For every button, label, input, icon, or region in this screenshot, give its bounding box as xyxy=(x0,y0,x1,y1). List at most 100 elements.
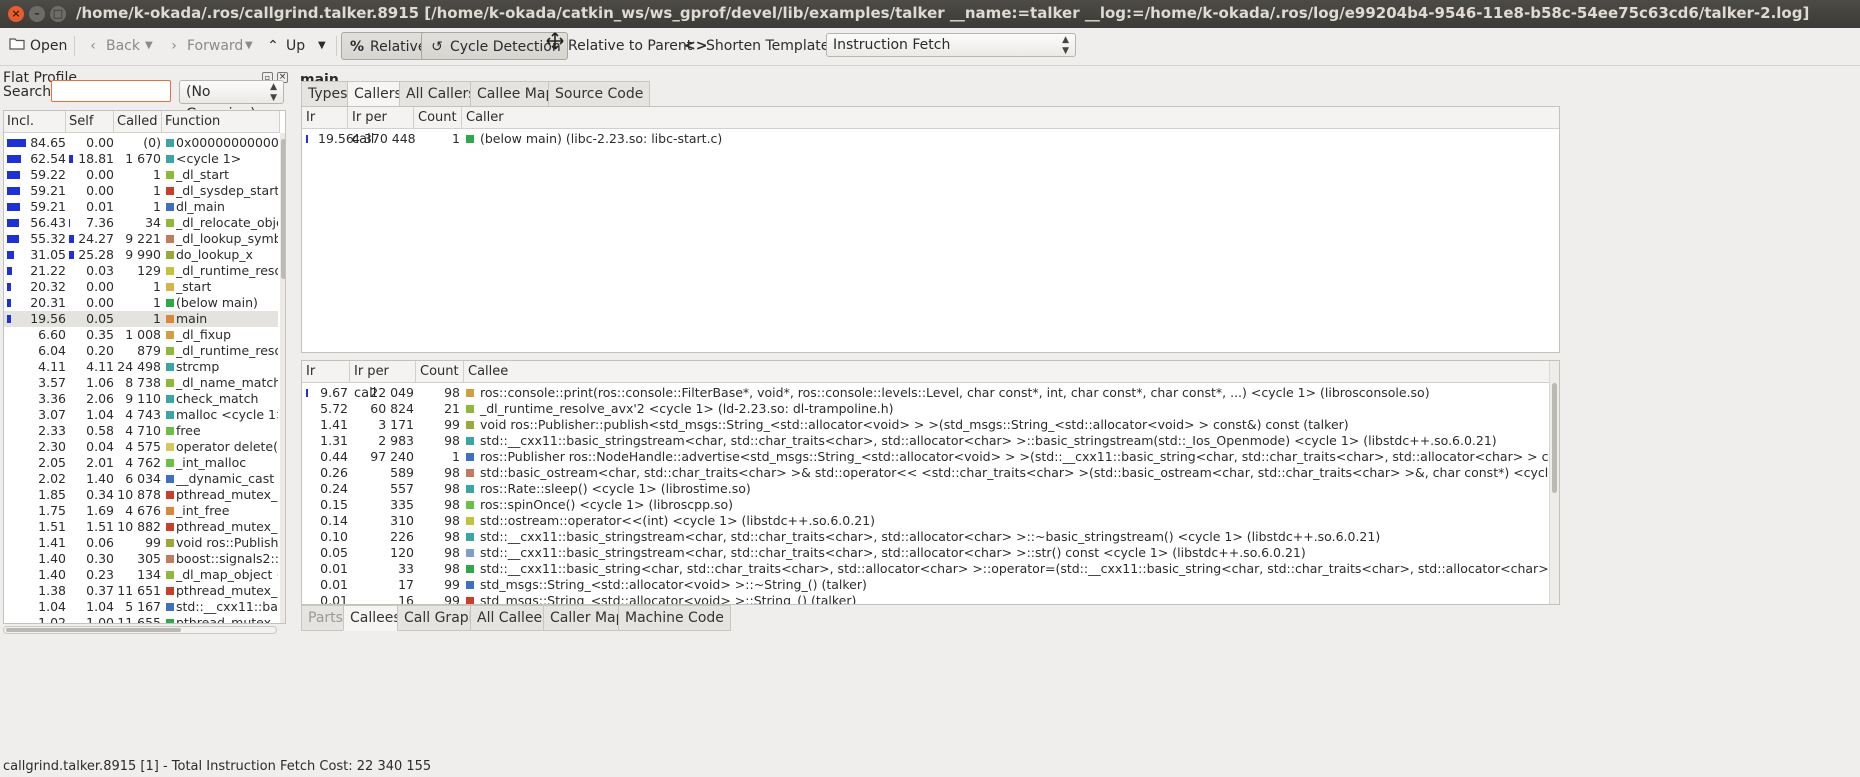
table-row[interactable]: 9.67 22 049 98 ros::console::print(ros::con… xyxy=(302,385,1547,401)
table-row[interactable]: 1.02 1.0011 655 pthread_mutex_lock xyxy=(4,615,278,623)
table-row[interactable]: 3.57 1.06 8 738 _dl_name_match_p xyxy=(4,375,278,391)
table-row[interactable]: 0.44 97 240 1 ros::Publisher ros::NodeHandl… xyxy=(302,449,1559,465)
column-header-ir-per-call[interactable]: Ir per call xyxy=(350,361,416,401)
column-header-ir[interactable]: Ir xyxy=(302,107,348,129)
cell-called: 1 xyxy=(153,295,161,310)
table-row[interactable]: 5.72 60 824 21 _dl_runtime_resolve_avx'2 <c… xyxy=(302,401,1547,417)
column-header-caller[interactable]: Caller xyxy=(462,107,1559,129)
table-row[interactable]: 2.30 0.04 4 575 operator delete(void*) xyxy=(4,439,278,455)
table-row[interactable]: 20.31 0.00 1 (below main) xyxy=(4,295,278,311)
window-minimize-icon[interactable]: – xyxy=(29,6,45,22)
cell-incl: 20.31 xyxy=(30,295,66,310)
table-row[interactable]: 0.01 17 99 std_msgs::String_<std::allocator… xyxy=(302,577,1547,593)
table-row[interactable]: 56.43 7.36 34 _dl_relocate_object xyxy=(4,215,278,231)
table-row[interactable]: 20.32 0.00 1 _start xyxy=(4,279,278,295)
table-row[interactable]: 3.07 1.04 4 743 malloc <cycle 1> xyxy=(4,407,278,423)
forward-button[interactable]: › Forward xyxy=(165,32,243,60)
table-row[interactable]: 1.04 1.04 5 167 std::__cxx11::basic_string xyxy=(4,599,278,615)
table-row[interactable]: 6.04 0.20 879 _dl_runtime_resolve xyxy=(4,343,278,359)
incl-cost-bar xyxy=(7,283,11,291)
column-header-count[interactable]: Count xyxy=(414,107,462,129)
table-row[interactable]: 21.22 0.03 129 _dl_runtime_resolve xyxy=(4,263,278,279)
table-row[interactable]: 62.54 18.81 1 670 <cycle 1> xyxy=(4,151,278,167)
table-row[interactable]: 2.05 2.01 4 762 _int_malloc xyxy=(4,455,278,471)
table-row[interactable]: 0.05 120 98 std::__cxx11::basic_stringstrea… xyxy=(302,545,1547,561)
table-row[interactable]: 1.31 2 983 98 std::__cxx11::basic_stringstr… xyxy=(302,433,1547,449)
table-row[interactable]: 19.56 0.05 1 main xyxy=(4,311,278,327)
table-row[interactable]: 4.11 4.11 24 498 strcmp xyxy=(4,359,278,375)
scrollbar-thumb[interactable] xyxy=(281,139,285,279)
table-row[interactable]: 84.65 0.00 (0) 0x0000000000000 xyxy=(4,135,278,151)
column-header-count[interactable]: Count xyxy=(416,361,464,383)
table-row[interactable]: 0.01 16 99 std_msgs::String_<std::allocator… xyxy=(302,593,1547,605)
event-type-value: Instruction Fetch xyxy=(833,37,951,53)
relative-to-parent-button[interactable]: Relative to Parent xyxy=(546,32,692,60)
color-swatch xyxy=(166,491,174,499)
column-header-ir[interactable]: Ir xyxy=(302,361,350,383)
cell-name: _dl_runtime_resolve_avx'2 <cycle 1> (ld-… xyxy=(480,401,894,416)
cell-self: 0.06 xyxy=(86,535,114,550)
table-row[interactable]: 2.33 0.58 4 710 free xyxy=(4,423,278,439)
column-header-self[interactable]: Self xyxy=(66,111,114,133)
table-row[interactable]: 1.40 0.23 134 _dl_map_object <cycle 1> xyxy=(4,567,278,583)
cell-fn: strcmp xyxy=(176,359,220,374)
table-row[interactable]: 0.01 33 98 std::__cxx11::basic_string<char,… xyxy=(302,561,1559,577)
event-type-select[interactable]: Instruction Fetch ▲ ▼ xyxy=(826,33,1076,57)
cell-incl: 1.85 xyxy=(38,487,66,502)
scrollbar-thumb[interactable] xyxy=(1552,383,1557,493)
window-close-icon[interactable]: × xyxy=(8,6,24,22)
table-row[interactable]: 59.22 0.00 1 _dl_start xyxy=(4,167,278,183)
chevron-right-icon: › xyxy=(171,38,177,54)
cell-self: 0.01 xyxy=(86,199,114,214)
table-row[interactable]: 19.56 4 370 448 1 (below main) (libc-2.23.s… xyxy=(302,131,1557,147)
color-swatch xyxy=(166,155,174,163)
cell-self: 2.01 xyxy=(86,455,114,470)
column-header-callee[interactable]: Callee xyxy=(464,361,1551,383)
up-dropdown-icon[interactable]: ▼ xyxy=(318,32,326,60)
color-swatch xyxy=(466,517,474,525)
table-row[interactable]: 1.40 0.30 305 boost::signals2::detail xyxy=(4,551,278,567)
table-row[interactable]: 0.10 226 98 std::__cxx11::basic_stringstrea… xyxy=(302,529,1547,545)
column-header-incl[interactable]: Incl. xyxy=(4,111,66,133)
cell-self: 0.00 xyxy=(86,295,114,310)
search-input[interactable] xyxy=(51,80,171,102)
grouping-select[interactable]: (No Grouping) ▲▼ xyxy=(179,80,284,122)
cell-ir: 0.01 xyxy=(320,593,348,605)
back-button[interactable]: ‹ Back xyxy=(84,32,140,60)
column-header-ir-per-call[interactable]: Ir per call xyxy=(348,107,414,147)
table-row[interactable]: 59.21 0.01 1 dl_main xyxy=(4,199,278,215)
tab-source-code[interactable]: Source Code xyxy=(548,81,651,107)
flat-profile-hscrollbar[interactable] xyxy=(3,626,277,634)
callees-vscrollbar[interactable] xyxy=(1549,361,1559,604)
table-row[interactable]: 0.24 557 98 ros::Rate::sleep() <cycle 1> (l… xyxy=(302,481,1547,497)
table-row[interactable]: 3.36 2.06 9 110 check_match xyxy=(4,391,278,407)
table-row[interactable]: 1.41 3 171 99 void ros::Publisher::publish<… xyxy=(302,417,1547,433)
table-row[interactable]: 1.75 1.69 4 676 _int_free xyxy=(4,503,278,519)
table-row[interactable]: 0.15 335 98 ros::spinOnce() <cycle 1> (libr… xyxy=(302,497,1547,513)
forward-dropdown-icon[interactable]: ▼ xyxy=(245,32,253,60)
table-row[interactable]: 6.60 0.35 1 008 _dl_fixup xyxy=(4,327,278,343)
open-button[interactable]: Open xyxy=(8,32,67,60)
table-row[interactable]: 55.32 24.27 9 221 _dl_lookup_symbol_x xyxy=(4,231,278,247)
table-row[interactable]: 59.21 0.00 1 _dl_sysdep_start xyxy=(4,183,278,199)
back-dropdown-icon[interactable]: ▼ xyxy=(145,32,153,60)
up-button[interactable]: ⌃ Up xyxy=(264,32,305,60)
cell-incl: 1.75 xyxy=(38,503,66,518)
table-row[interactable]: 0.26 589 98 std::basic_ostream<char, std::c… xyxy=(302,465,1559,481)
relative-toggle[interactable]: % Relative xyxy=(341,32,434,60)
table-row[interactable]: 31.05 25.28 9 990 do_lookup_x xyxy=(4,247,278,263)
shorten-templates-button[interactable]: <>Shorten Templates xyxy=(684,32,837,60)
table-row[interactable]: 1.85 0.3410 878 pthread_mutex_lock xyxy=(4,487,278,503)
table-row[interactable]: 1.511.5110 882pthread_mutex_unlock xyxy=(4,519,278,535)
column-header-function[interactable]: Function xyxy=(162,111,280,133)
tab-machine-code[interactable]: Machine Code xyxy=(618,605,731,631)
table-row[interactable]: 1.38 0.3711 651 pthread_mutex_unlock xyxy=(4,583,278,599)
table-row[interactable]: 2.02 1.40 6 034 __dynamic_cast xyxy=(4,471,278,487)
cell-incl: 6.04 xyxy=(38,343,66,358)
window-maximize-icon[interactable]: □ xyxy=(50,6,66,22)
flat-profile-vscrollbar[interactable] xyxy=(280,133,285,623)
table-row[interactable]: 1.41 0.06 99 void ros::Publisher::publish xyxy=(4,535,278,551)
scrollbar-thumb[interactable] xyxy=(6,628,181,632)
column-header-called[interactable]: Called xyxy=(114,111,162,133)
table-row[interactable]: 0.14 310 98 std::ostream::operator<<(int) <… xyxy=(302,513,1547,529)
